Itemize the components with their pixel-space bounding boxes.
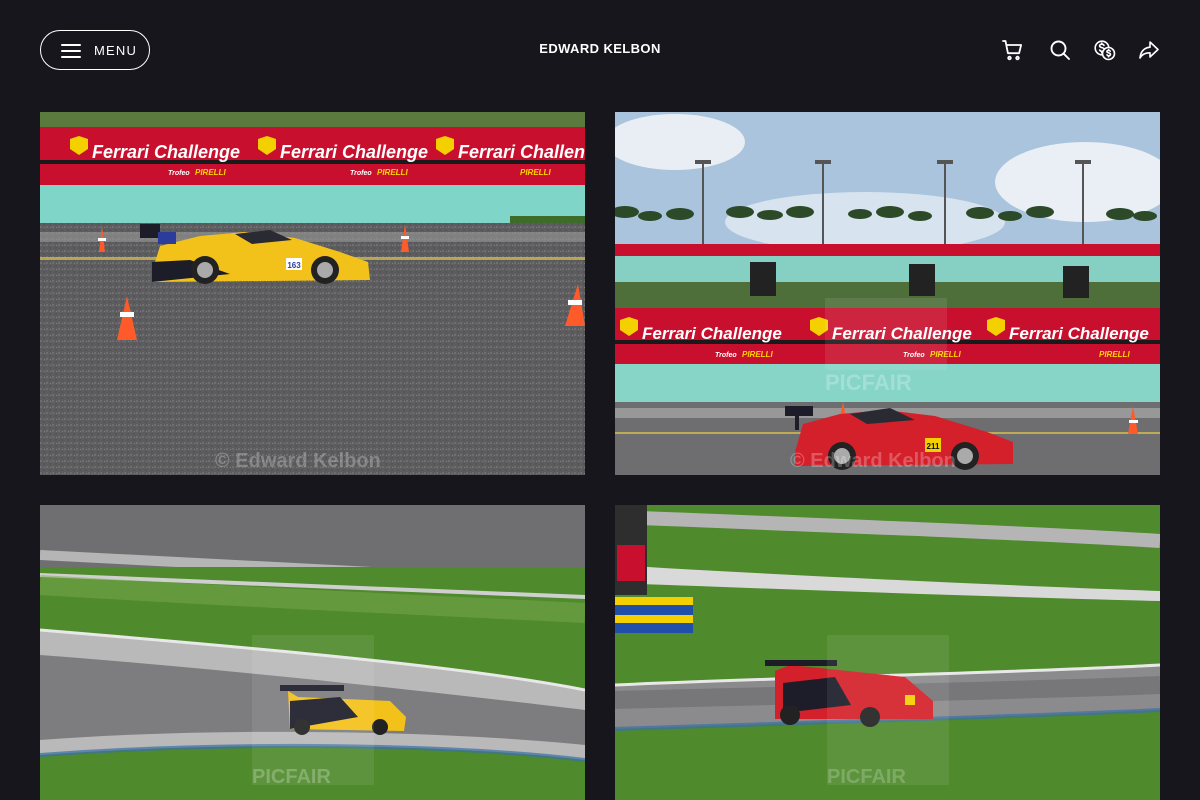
banner-text: Ferrari Challenge xyxy=(458,142,585,162)
banner-subtext: PIRELLI xyxy=(377,168,408,177)
banner-subtext: PIRELLI xyxy=(520,168,551,177)
brand-watermark: PICFAIR xyxy=(252,766,331,788)
brand-watermark: PICFAIR xyxy=(827,766,906,788)
photo-gallery: Ferrari Challenge Ferrari Challenge Ferr… xyxy=(40,112,1160,800)
banner-subtext: Trofeo xyxy=(350,170,372,177)
photo-yellow-car-curve[interactable]: PICFAIR xyxy=(40,505,585,800)
banner-subtext: PIRELLI xyxy=(742,350,773,359)
photo-credit-watermark: © Edward Kelbon xyxy=(215,450,381,472)
banner-subtext: Trofeo xyxy=(168,170,190,177)
search-icon[interactable] xyxy=(1048,38,1072,62)
photo-red-car-curve[interactable]: PICFAIR xyxy=(615,505,1160,800)
photo-yellow-car-cones[interactable]: Ferrari Challenge Ferrari Challenge Ferr… xyxy=(40,112,585,475)
photo-red-car-palms[interactable]: Ferrari Challenge Ferrari Challenge Ferr… xyxy=(615,112,1160,475)
banner-text: Ferrari Challenge xyxy=(280,142,428,162)
site-header: MENU EDWARD KELBON xyxy=(0,0,1200,100)
banner-text: Ferrari Challenge xyxy=(642,324,782,343)
banner-subtext: PIRELLI xyxy=(1099,350,1130,359)
banner-subtext: PIRELLI xyxy=(195,168,226,177)
car-number: 163 xyxy=(287,261,301,270)
brand-watermark: PICFAIR xyxy=(825,370,912,395)
share-icon[interactable] xyxy=(1137,38,1161,62)
banner-text: Ferrari Challenge xyxy=(1009,324,1149,343)
banner-text: Ferrari Challenge xyxy=(92,142,240,162)
currency-icon[interactable] xyxy=(1093,38,1117,62)
cart-icon[interactable] xyxy=(1000,38,1024,62)
photo-credit-watermark: © Edward Kelbon xyxy=(790,450,956,472)
banner-subtext: Trofeo xyxy=(715,352,737,359)
